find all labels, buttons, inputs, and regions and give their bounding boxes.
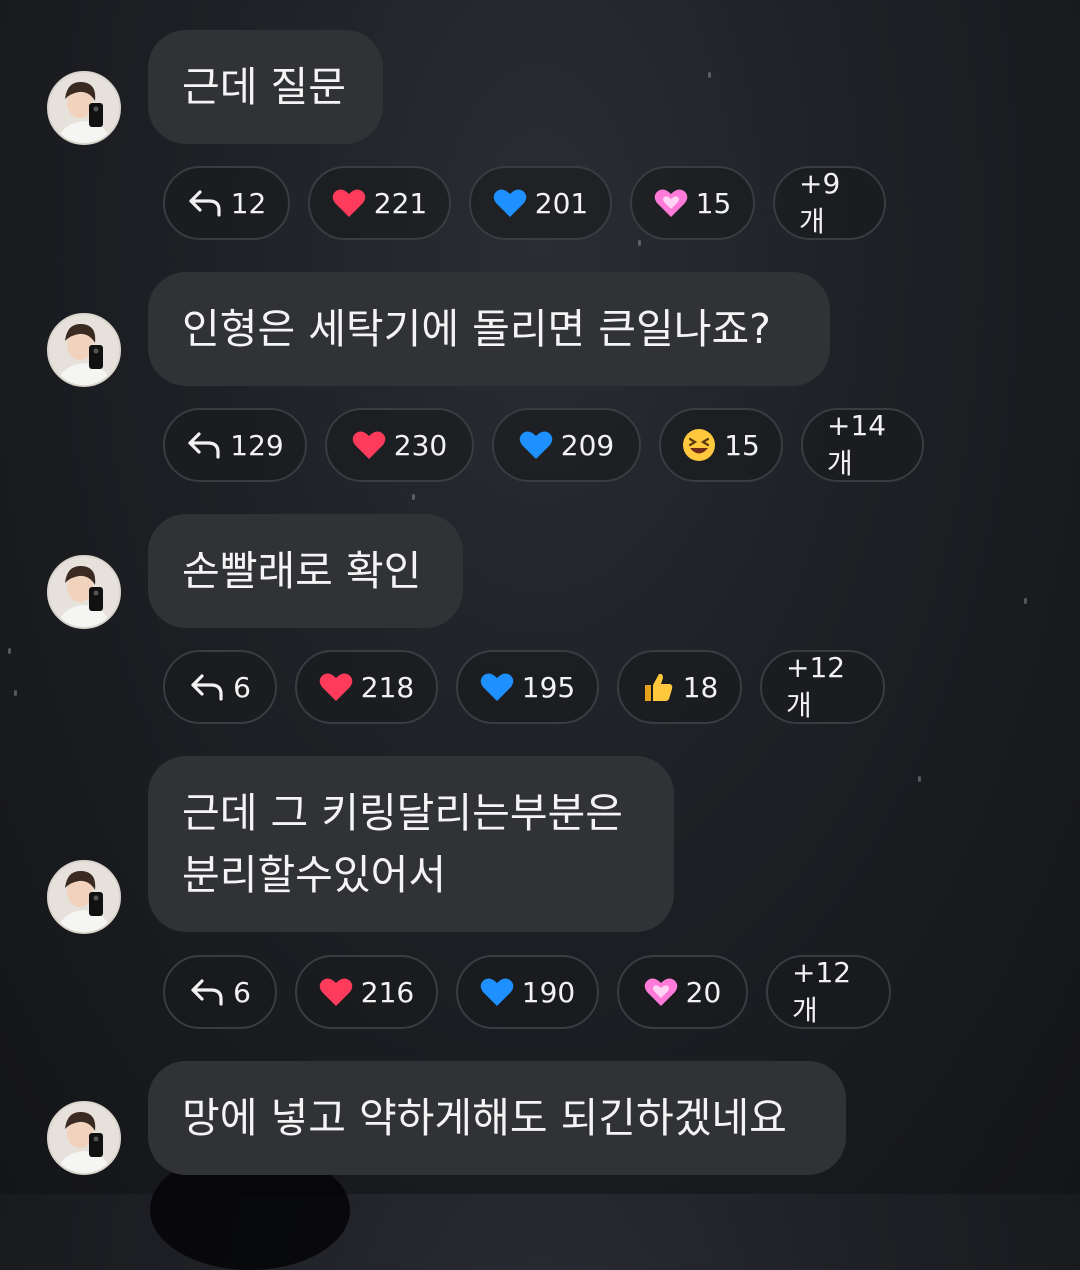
blue-heart-icon: [493, 188, 527, 218]
reaction-count: 195: [521, 670, 576, 704]
reply-count: 129: [230, 428, 284, 462]
reply-count-button[interactable]: 12: [163, 166, 290, 240]
more-reactions-button[interactable]: +12개: [760, 650, 885, 724]
avatar[interactable]: [47, 555, 121, 629]
more-reactions-button[interactable]: +14개: [801, 408, 924, 482]
message-bubble: 근데 질문: [148, 30, 383, 144]
more-reactions-button[interactable]: +9개: [773, 166, 886, 240]
reaction-blue-heart[interactable]: 209: [492, 408, 641, 482]
red-heart-icon: [352, 430, 386, 460]
reaction-blue-heart[interactable]: 195: [456, 650, 599, 724]
background-speck: [708, 72, 711, 78]
reaction-count: 230: [393, 428, 448, 462]
reply-arrow-icon: [187, 188, 223, 218]
reaction-red-heart[interactable]: 218: [295, 650, 438, 724]
pink-heart-icon: [654, 188, 688, 218]
background-speck: [1024, 598, 1027, 604]
reaction-red-heart[interactable]: 230: [325, 408, 474, 482]
message-bubble: 근데 그 키링달리는부분은 분리할수있어서: [148, 756, 674, 932]
reaction-count: 15: [724, 428, 760, 462]
blue-heart-icon: [519, 430, 553, 460]
reaction-count: 190: [521, 975, 576, 1009]
background-speck: [8, 648, 11, 654]
message-bubble: 인형은 세탁기에 돌리면 큰일나죠?: [148, 272, 830, 386]
reaction-count: 216: [360, 975, 415, 1009]
reaction-row: 129 230 209 15 +14개: [163, 408, 924, 482]
background-speck: [638, 240, 641, 246]
reaction-row: 6 216 190 20 +12개: [163, 955, 891, 1029]
pink-heart-icon: [644, 977, 678, 1007]
reaction-blue-heart[interactable]: 201: [469, 166, 612, 240]
red-heart-icon: [332, 188, 366, 218]
reaction-count: 201: [534, 186, 589, 220]
reply-arrow-icon: [189, 977, 225, 1007]
red-heart-icon: [319, 672, 353, 702]
reply-count-button[interactable]: 6: [163, 955, 277, 1029]
more-reactions-button[interactable]: +12개: [766, 955, 891, 1029]
reaction-blue-heart[interactable]: 190: [456, 955, 599, 1029]
reaction-pink-heart[interactable]: 20: [617, 955, 748, 1029]
avatar[interactable]: [47, 860, 121, 934]
more-reactions-label: +12개: [792, 955, 852, 1027]
laughing-face-icon: [682, 428, 716, 462]
reply-count-button[interactable]: 6: [163, 650, 277, 724]
reaction-count: 18: [682, 670, 719, 704]
reply-arrow-icon: [186, 430, 222, 460]
message-bubble: 손빨래로 확인: [148, 514, 463, 628]
reply-count: 6: [233, 670, 251, 704]
avatar[interactable]: [47, 1101, 121, 1175]
reaction-laughing-face[interactable]: 15: [659, 408, 783, 482]
reply-count: 12: [230, 186, 267, 220]
blue-heart-icon: [480, 977, 514, 1007]
message-text: 손빨래로 확인: [182, 547, 422, 595]
reaction-count: 15: [695, 186, 732, 220]
thumbs-up-icon: [641, 670, 675, 704]
message-text: 근데 질문: [182, 63, 346, 111]
reaction-row: 6 218 195 18 +12개: [163, 650, 885, 724]
reaction-red-heart[interactable]: 221: [308, 166, 451, 240]
reply-arrow-icon: [189, 672, 225, 702]
background-speck: [14, 690, 17, 696]
reaction-thumbs-up[interactable]: 18: [617, 650, 742, 724]
more-reactions-label: +9개: [799, 166, 841, 238]
message-text-line: 근데 그 키링달리는부분은: [182, 789, 623, 837]
more-reactions-label: +12개: [786, 650, 846, 722]
reply-count: 6: [233, 975, 251, 1009]
message-text-line: 분리할수있어서: [182, 851, 447, 899]
background-speck: [918, 776, 921, 782]
avatar[interactable]: [47, 71, 121, 145]
reaction-red-heart[interactable]: 216: [295, 955, 438, 1029]
reaction-row: 12 221 201 15 +9개: [163, 166, 886, 240]
reaction-pink-heart[interactable]: 15: [630, 166, 755, 240]
message-text: 인형은 세탁기에 돌리면 큰일나죠?: [182, 305, 771, 353]
message-text: 망에 넣고 약하게해도 되긴하겠네요: [182, 1094, 787, 1142]
reply-count-button[interactable]: 129: [163, 408, 307, 482]
reaction-count: 20: [685, 975, 722, 1009]
avatar[interactable]: [47, 313, 121, 387]
red-heart-icon: [319, 977, 353, 1007]
more-reactions-label: +14개: [827, 408, 887, 480]
reaction-count: 221: [373, 186, 428, 220]
reaction-count: 209: [560, 428, 615, 462]
reaction-count: 218: [360, 670, 415, 704]
message-bubble: 망에 넣고 약하게해도 되긴하겠네요: [148, 1061, 846, 1175]
blue-heart-icon: [480, 672, 514, 702]
background-speck: [412, 494, 415, 500]
